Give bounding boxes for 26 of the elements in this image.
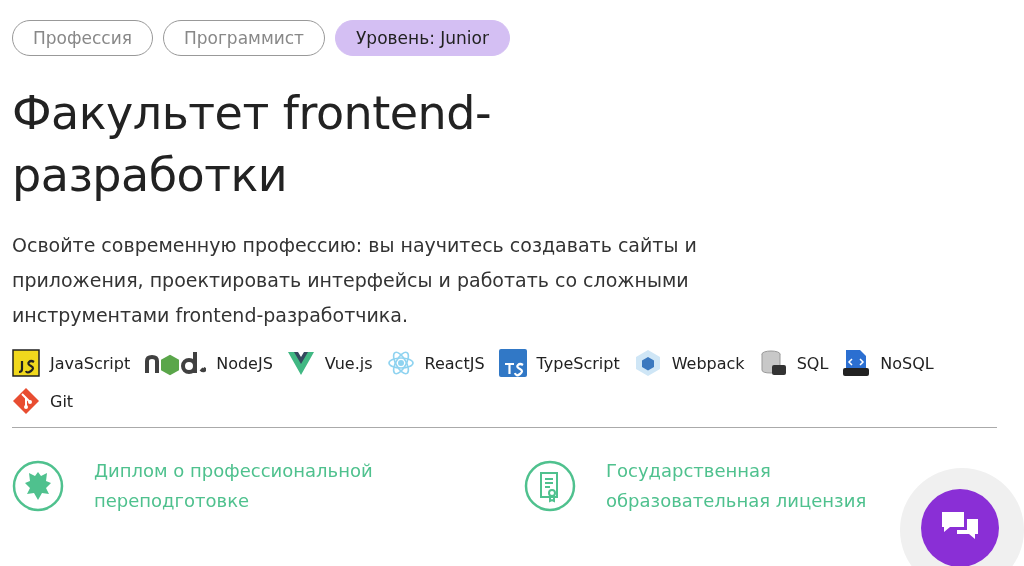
vue-logo-icon	[286, 349, 315, 377]
technology-name: NoSQL	[880, 353, 934, 373]
node-logo-icon	[144, 349, 207, 377]
technology-name: Vue.js	[324, 353, 373, 373]
cube-icon	[633, 349, 662, 377]
technology-name: JavaScript	[50, 353, 131, 373]
tag-chip[interactable]: Программист	[162, 20, 325, 56]
tag-chip[interactable]: Профессия	[12, 20, 153, 56]
typescript-logo-icon	[498, 349, 527, 377]
tag-chip[interactable]: Уровень: Junior	[335, 20, 510, 56]
technology-name: Git	[50, 391, 74, 411]
technology-name: SQL	[796, 353, 829, 373]
technology-name: TypeScript	[536, 353, 620, 373]
certificate-icon	[524, 460, 576, 512]
technology-name: Webpack	[671, 353, 745, 373]
feature-text: Диплом о профессиональной переподготовке	[94, 459, 374, 513]
page-title: Факультет frontend-разработки	[12, 85, 492, 204]
technology-name: ReactJS	[424, 353, 485, 373]
react-logo-icon	[386, 349, 415, 377]
feature-text: Государственная образовательная лицензия	[606, 459, 868, 513]
nosql-file-icon	[842, 349, 871, 377]
description-text: Освойте современную профессию: вы научитесь создавать сайты и приложения, проектировать интерфейсы и работать со сложными инструментами frontend-разработчика.	[12, 233, 698, 328]
js-logo-icon	[12, 349, 40, 377]
git-logo-icon	[12, 387, 40, 415]
database-icon	[758, 349, 787, 377]
technology-name: NodeJS	[216, 353, 273, 373]
